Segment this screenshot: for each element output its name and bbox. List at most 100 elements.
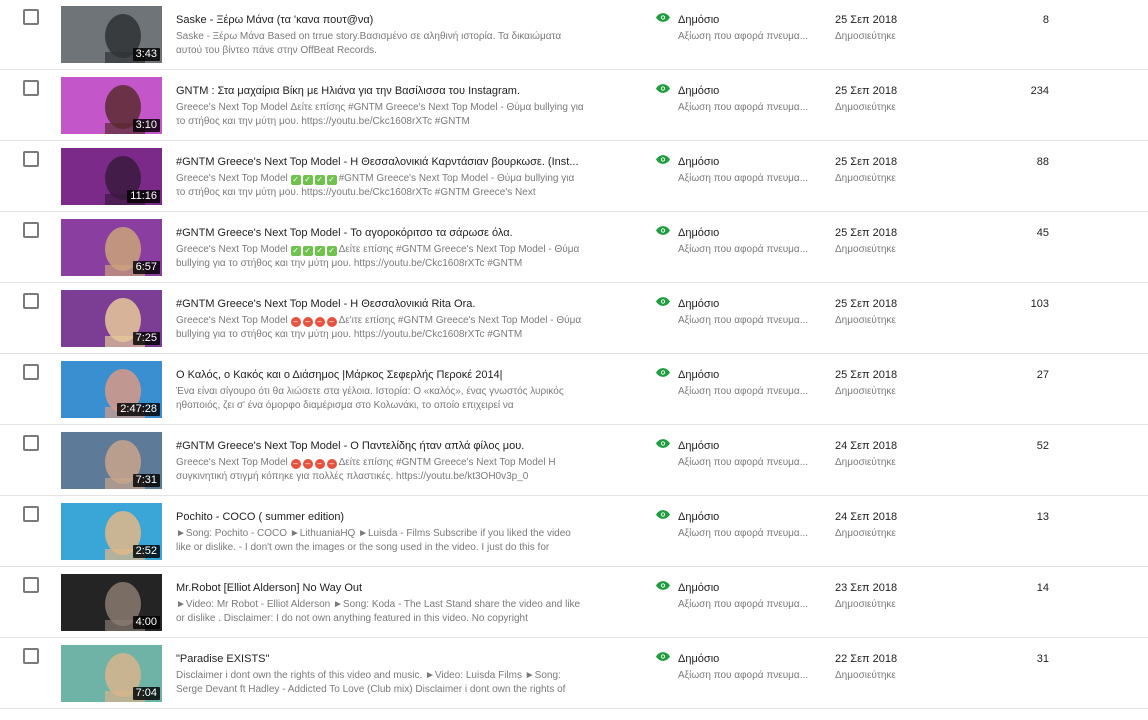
video-description: ►Video: Mr Robot - Elliot Alderson ►Song… — [176, 598, 586, 626]
check-mark-emoji-icon: ✓ — [326, 175, 337, 185]
visibility-dropdown[interactable]: Δημόσιο — [678, 297, 719, 311]
video-title-link[interactable]: #GNTM Greece's Next Top Model - Η Θεσσαλ… — [176, 155, 586, 169]
video-row[interactable]: 7:04 "Paradise EXISTS" Disclaimer i dont… — [0, 638, 1148, 709]
select-checkbox[interactable] — [23, 364, 39, 380]
visibility-dropdown[interactable]: Δημόσιο — [678, 439, 719, 453]
eye-icon — [656, 297, 670, 306]
select-checkbox[interactable] — [23, 222, 39, 238]
video-title-link[interactable]: #GNTM Greece's Next Top Model - Το αγορο… — [176, 226, 586, 240]
no-entry-emoji-icon: – — [290, 459, 301, 469]
published-label: Δημοσιεύτηκε — [835, 528, 896, 539]
video-title-link[interactable]: GNTM : Στα μαχαίρια Βίκη με Ηλιάνα για τ… — [176, 84, 586, 98]
view-count: 52 — [1036, 440, 1049, 452]
select-checkbox[interactable] — [23, 506, 39, 522]
published-label: Δημοσιεύτηκε — [835, 31, 896, 42]
video-thumbnail[interactable]: 7:04 — [61, 645, 162, 702]
video-description: Greece's Next Top Model Δείτε επίσης #GN… — [176, 101, 586, 129]
select-checkbox[interactable] — [23, 648, 39, 664]
video-description-text: Disclaimer i dont own the rights of this… — [176, 670, 566, 695]
video-title-link[interactable]: Mr.Robot [Elliot Alderson] No Way Out — [176, 581, 586, 595]
restriction-link[interactable]: Αξίωση που αφορά πνευμα... — [678, 172, 816, 186]
video-description: Greece's Next Top Model ✓ ✓ ✓ ✓ #GNTM Greece… — [176, 172, 586, 200]
check-mark-emoji-icon: ✓ — [302, 246, 313, 256]
published-label: Δημοσιεύτηκε — [835, 102, 896, 113]
video-description-prefix: Greece's Next Top Model — [176, 173, 288, 184]
video-date: 25 Σεπ 2018 — [835, 227, 898, 239]
select-checkbox[interactable] — [23, 80, 39, 96]
restriction-link[interactable]: Αξίωση που αφορά πνευμα... — [678, 456, 816, 470]
visibility-dropdown[interactable]: Δημόσιο — [678, 368, 719, 382]
video-thumbnail[interactable]: 11:16 — [61, 148, 162, 205]
video-description-text: ►Song: Pochito - COCO ►LithuaniaHQ ►Luis… — [176, 528, 571, 553]
video-row[interactable]: 2:52 Pochito - COCO ( summer edition) ►S… — [0, 496, 1148, 567]
published-label: Δημοσιεύτηκε — [835, 599, 896, 610]
check-mark-emoji-icon: ✓ — [290, 246, 301, 256]
video-row[interactable]: 3:10 GNTM : Στα μαχαίρια Βίκη με Ηλιάνα … — [0, 70, 1148, 141]
video-title-link[interactable]: #GNTM Greece's Next Top Model - Η Θεσσαλ… — [176, 297, 586, 311]
visibility-dropdown[interactable]: Δημόσιο — [678, 226, 719, 240]
video-duration-badge: 4:00 — [132, 616, 160, 629]
video-title-link[interactable]: Ο Καλός, ο Κακός και ο Διάσημος |Μάρκος … — [176, 368, 586, 382]
restriction-link[interactable]: Αξίωση που αφορά πνευμα... — [678, 527, 816, 541]
video-title-link[interactable]: Saske - Ξέρω Μάνα (τα 'κανα πουτ@να) — [176, 13, 586, 27]
video-description-prefix: Greece's Next Top Model — [176, 244, 288, 255]
published-label: Δημοσιεύτηκε — [835, 386, 896, 397]
check-mark-emoji-icon: ✓ — [314, 175, 325, 185]
video-thumbnail[interactable]: 3:43 — [61, 6, 162, 63]
visibility-dropdown[interactable]: Δημόσιο — [678, 13, 719, 27]
view-count: 27 — [1036, 369, 1049, 381]
video-thumbnail[interactable]: 2:52 — [61, 503, 162, 560]
video-description: Greece's Next Top Model – – – – Δείτε επίσης… — [176, 456, 586, 484]
video-title-link[interactable]: "Paradise EXISTS" — [176, 652, 586, 666]
no-entry-emoji-icon: – — [290, 317, 301, 327]
select-checkbox[interactable] — [23, 435, 39, 451]
select-checkbox[interactable] — [23, 9, 39, 25]
video-description-prefix: Greece's Next Top Model — [176, 457, 288, 468]
no-entry-emoji-icon: – — [326, 459, 337, 469]
video-title-link[interactable]: Pochito - COCO ( summer edition) — [176, 510, 586, 524]
select-checkbox[interactable] — [23, 151, 39, 167]
video-date: 25 Σεπ 2018 — [835, 369, 898, 381]
select-checkbox[interactable] — [23, 577, 39, 593]
video-description: Greece's Next Top Model ✓ ✓ ✓ ✓ Δείτε επίσης… — [176, 243, 586, 271]
restriction-link[interactable]: Αξίωση που αφορά πνευμα... — [678, 669, 816, 683]
eye-icon — [656, 581, 670, 590]
video-row[interactable]: 3:43 Saske - Ξέρω Μάνα (τα 'κανα πουτ@να… — [0, 0, 1148, 70]
visibility-dropdown[interactable]: Δημόσιο — [678, 510, 719, 524]
video-row[interactable]: 6:57 #GNTM Greece's Next Top Model - Το … — [0, 212, 1148, 283]
video-description: Greece's Next Top Model – – – – Δε'ιτε επίση… — [176, 314, 586, 342]
restriction-link[interactable]: Αξίωση που αφορά πνευμα... — [678, 243, 816, 257]
visibility-dropdown[interactable]: Δημόσιο — [678, 581, 719, 595]
no-entry-emoji-icon: – — [326, 317, 337, 327]
visibility-dropdown[interactable]: Δημόσιο — [678, 155, 719, 169]
select-checkbox[interactable] — [23, 293, 39, 309]
video-row[interactable]: 11:16 #GNTM Greece's Next Top Model - Η … — [0, 141, 1148, 212]
check-mark-emoji-icon: ✓ — [290, 175, 301, 185]
restriction-link[interactable]: Αξίωση που αφορά πνευμα... — [678, 314, 816, 328]
video-row[interactable]: 7:31 #GNTM Greece's Next Top Model - Ο Π… — [0, 425, 1148, 496]
restriction-link[interactable]: Αξίωση που αφορά πνευμα... — [678, 101, 816, 115]
video-thumbnail[interactable]: 7:25 — [61, 290, 162, 347]
visibility-dropdown[interactable]: Δημόσιο — [678, 652, 719, 666]
published-label: Δημοσιεύτηκε — [835, 315, 896, 326]
video-thumbnail[interactable]: 7:31 — [61, 432, 162, 489]
published-label: Δημοσιεύτηκε — [835, 457, 896, 468]
video-thumbnail[interactable]: 3:10 — [61, 77, 162, 134]
video-title-link[interactable]: #GNTM Greece's Next Top Model - Ο Παντελ… — [176, 439, 586, 453]
video-row[interactable]: 4:00 Mr.Robot [Elliot Alderson] No Way O… — [0, 567, 1148, 638]
video-thumbnail[interactable]: 2:47:28 — [61, 361, 162, 418]
restriction-link[interactable]: Αξίωση που αφορά πνευμα... — [678, 598, 816, 612]
no-entry-emoji-icon: – — [314, 317, 325, 327]
video-description: Disclaimer i dont own the rights of this… — [176, 669, 586, 697]
video-row[interactable]: 2:47:28 Ο Καλός, ο Κακός και ο Διάσημος … — [0, 354, 1148, 425]
restriction-link[interactable]: Αξίωση που αφορά πνευμα... — [678, 30, 816, 44]
restriction-link[interactable]: Αξίωση που αφορά πνευμα... — [678, 385, 816, 399]
check-mark-emoji-icon: ✓ — [302, 175, 313, 185]
visibility-dropdown[interactable]: Δημόσιο — [678, 84, 719, 98]
eye-icon — [656, 368, 670, 377]
published-label: Δημοσιεύτηκε — [835, 244, 896, 255]
video-thumbnail[interactable]: 4:00 — [61, 574, 162, 631]
no-entry-emoji-icon: – — [302, 459, 313, 469]
video-thumbnail[interactable]: 6:57 — [61, 219, 162, 276]
video-row[interactable]: 7:25 #GNTM Greece's Next Top Model - Η Θ… — [0, 283, 1148, 354]
